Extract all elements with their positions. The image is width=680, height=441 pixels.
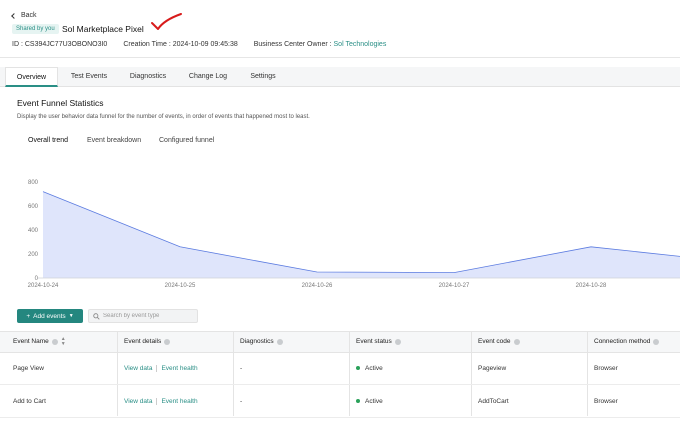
owner-link[interactable]: Sol Technologies (334, 41, 387, 48)
info-icon (653, 339, 660, 345)
search-input[interactable] (103, 313, 193, 319)
event-code: AddToCart (478, 398, 509, 405)
pixel-title: Sol Marketplace Pixel (62, 24, 144, 34)
info-icon (276, 339, 283, 345)
pixel-header: Back Shared by you Sol Marketplace Pixel… (0, 0, 680, 58)
table-header: Event Name ▲ ▼ Event details Diagnostics … (0, 331, 680, 353)
connection-method: Browser (594, 365, 618, 372)
pixel-id: ID : CS394JC77U3OBONO3I0 (12, 41, 108, 48)
info-icon (513, 339, 520, 345)
event-details: View data Event health (124, 386, 198, 418)
business-center-owner: Business Center Owner : Sol Technologies (253, 41, 387, 48)
table-row: Page View View data Event health - Active… (0, 353, 680, 385)
event-health-link[interactable]: Event health (161, 398, 197, 405)
tab-diagnostics[interactable]: Diagnostics (122, 67, 174, 87)
back-label: Back (21, 12, 37, 19)
event-name: Page View (13, 365, 44, 372)
event-status: Active (356, 386, 383, 418)
tab-overview[interactable]: Overview (5, 67, 58, 87)
tab-change-log[interactable]: Change Log (182, 67, 234, 87)
y-tick-label: 0 (35, 276, 39, 282)
view-data-link[interactable]: View data (124, 398, 152, 405)
col-event-code: Event code (478, 332, 520, 352)
add-events-label: Add events (33, 312, 66, 320)
info-icon (394, 339, 401, 345)
checkmark-annotation-icon (151, 13, 182, 30)
chevron-left-icon (11, 12, 17, 19)
col-event-details: Event details (124, 332, 171, 352)
event-search[interactable] (88, 309, 198, 323)
col-connection-method: Connection method (594, 332, 660, 352)
back-button[interactable]: Back (11, 12, 37, 19)
connection-method: Browser (594, 398, 618, 405)
diagnostics-value: - (240, 365, 243, 372)
plus-icon: + (26, 312, 31, 320)
caret-down-icon: ▼ (68, 313, 74, 319)
event-health-link[interactable]: Event health (161, 365, 197, 372)
subtab-configured-funnel[interactable]: Configured funnel (159, 137, 214, 144)
table-row: Add to Cart View data Event health - Acti… (0, 386, 680, 418)
x-tick-label: 2024-10-28 (576, 283, 607, 289)
col-diagnostics: Diagnostics (240, 332, 283, 352)
y-tick-label: 400 (28, 228, 39, 234)
add-events-button[interactable]: + Add events ▼ (17, 309, 83, 323)
x-tick-label: 2024-10-27 (439, 283, 470, 289)
pixel-meta: ID : CS394JC77U3OBONO3I0 Creation Time :… (12, 41, 386, 48)
info-icon (51, 339, 58, 345)
view-data-link[interactable]: View data (124, 365, 152, 372)
series-area (43, 191, 680, 278)
search-icon (93, 312, 100, 320)
y-tick-label: 600 (28, 204, 39, 210)
tab-settings[interactable]: Settings (242, 67, 284, 87)
funnel-title: Event Funnel Statistics (17, 98, 104, 108)
x-tick-label: 2024-10-25 (165, 283, 196, 289)
y-tick-label: 800 (28, 180, 39, 186)
x-tick-label: 2024-10-24 (28, 283, 59, 289)
col-event-name[interactable]: Event Name ▲ ▼ (13, 332, 66, 352)
funnel-description: Display the user behavior data funnel fo… (17, 114, 310, 120)
tab-bar: Overview Test Events Diagnostics Change … (0, 67, 680, 87)
sort-icon[interactable]: ▲ ▼ (61, 337, 66, 347)
subtab-overall-trend[interactable]: Overall trend (28, 137, 68, 144)
shared-badge: Shared by you (12, 24, 59, 34)
status-active-dot (356, 366, 360, 371)
event-code: Pageview (478, 365, 507, 372)
event-name: Add to Cart (13, 398, 46, 405)
tab-test-events[interactable]: Test Events (62, 67, 116, 87)
info-icon (164, 339, 171, 345)
y-tick-label: 200 (28, 252, 39, 258)
funnel-trend-chart: 0 200 400 600 800 2024-10-24 2024-10-25 2024-10… (28, 180, 680, 289)
event-status: Active (356, 353, 383, 385)
subtab-event-breakdown[interactable]: Event breakdown (87, 137, 141, 144)
creation-time: Creation Time : 2024-10-09 09:45:38 (123, 41, 238, 48)
x-tick-label: 2024-10-26 (302, 283, 333, 289)
event-details: View data Event health (124, 353, 198, 385)
diagnostics-value: - (240, 398, 243, 405)
col-event-status: Event status (356, 332, 401, 352)
status-active-dot (356, 399, 360, 404)
